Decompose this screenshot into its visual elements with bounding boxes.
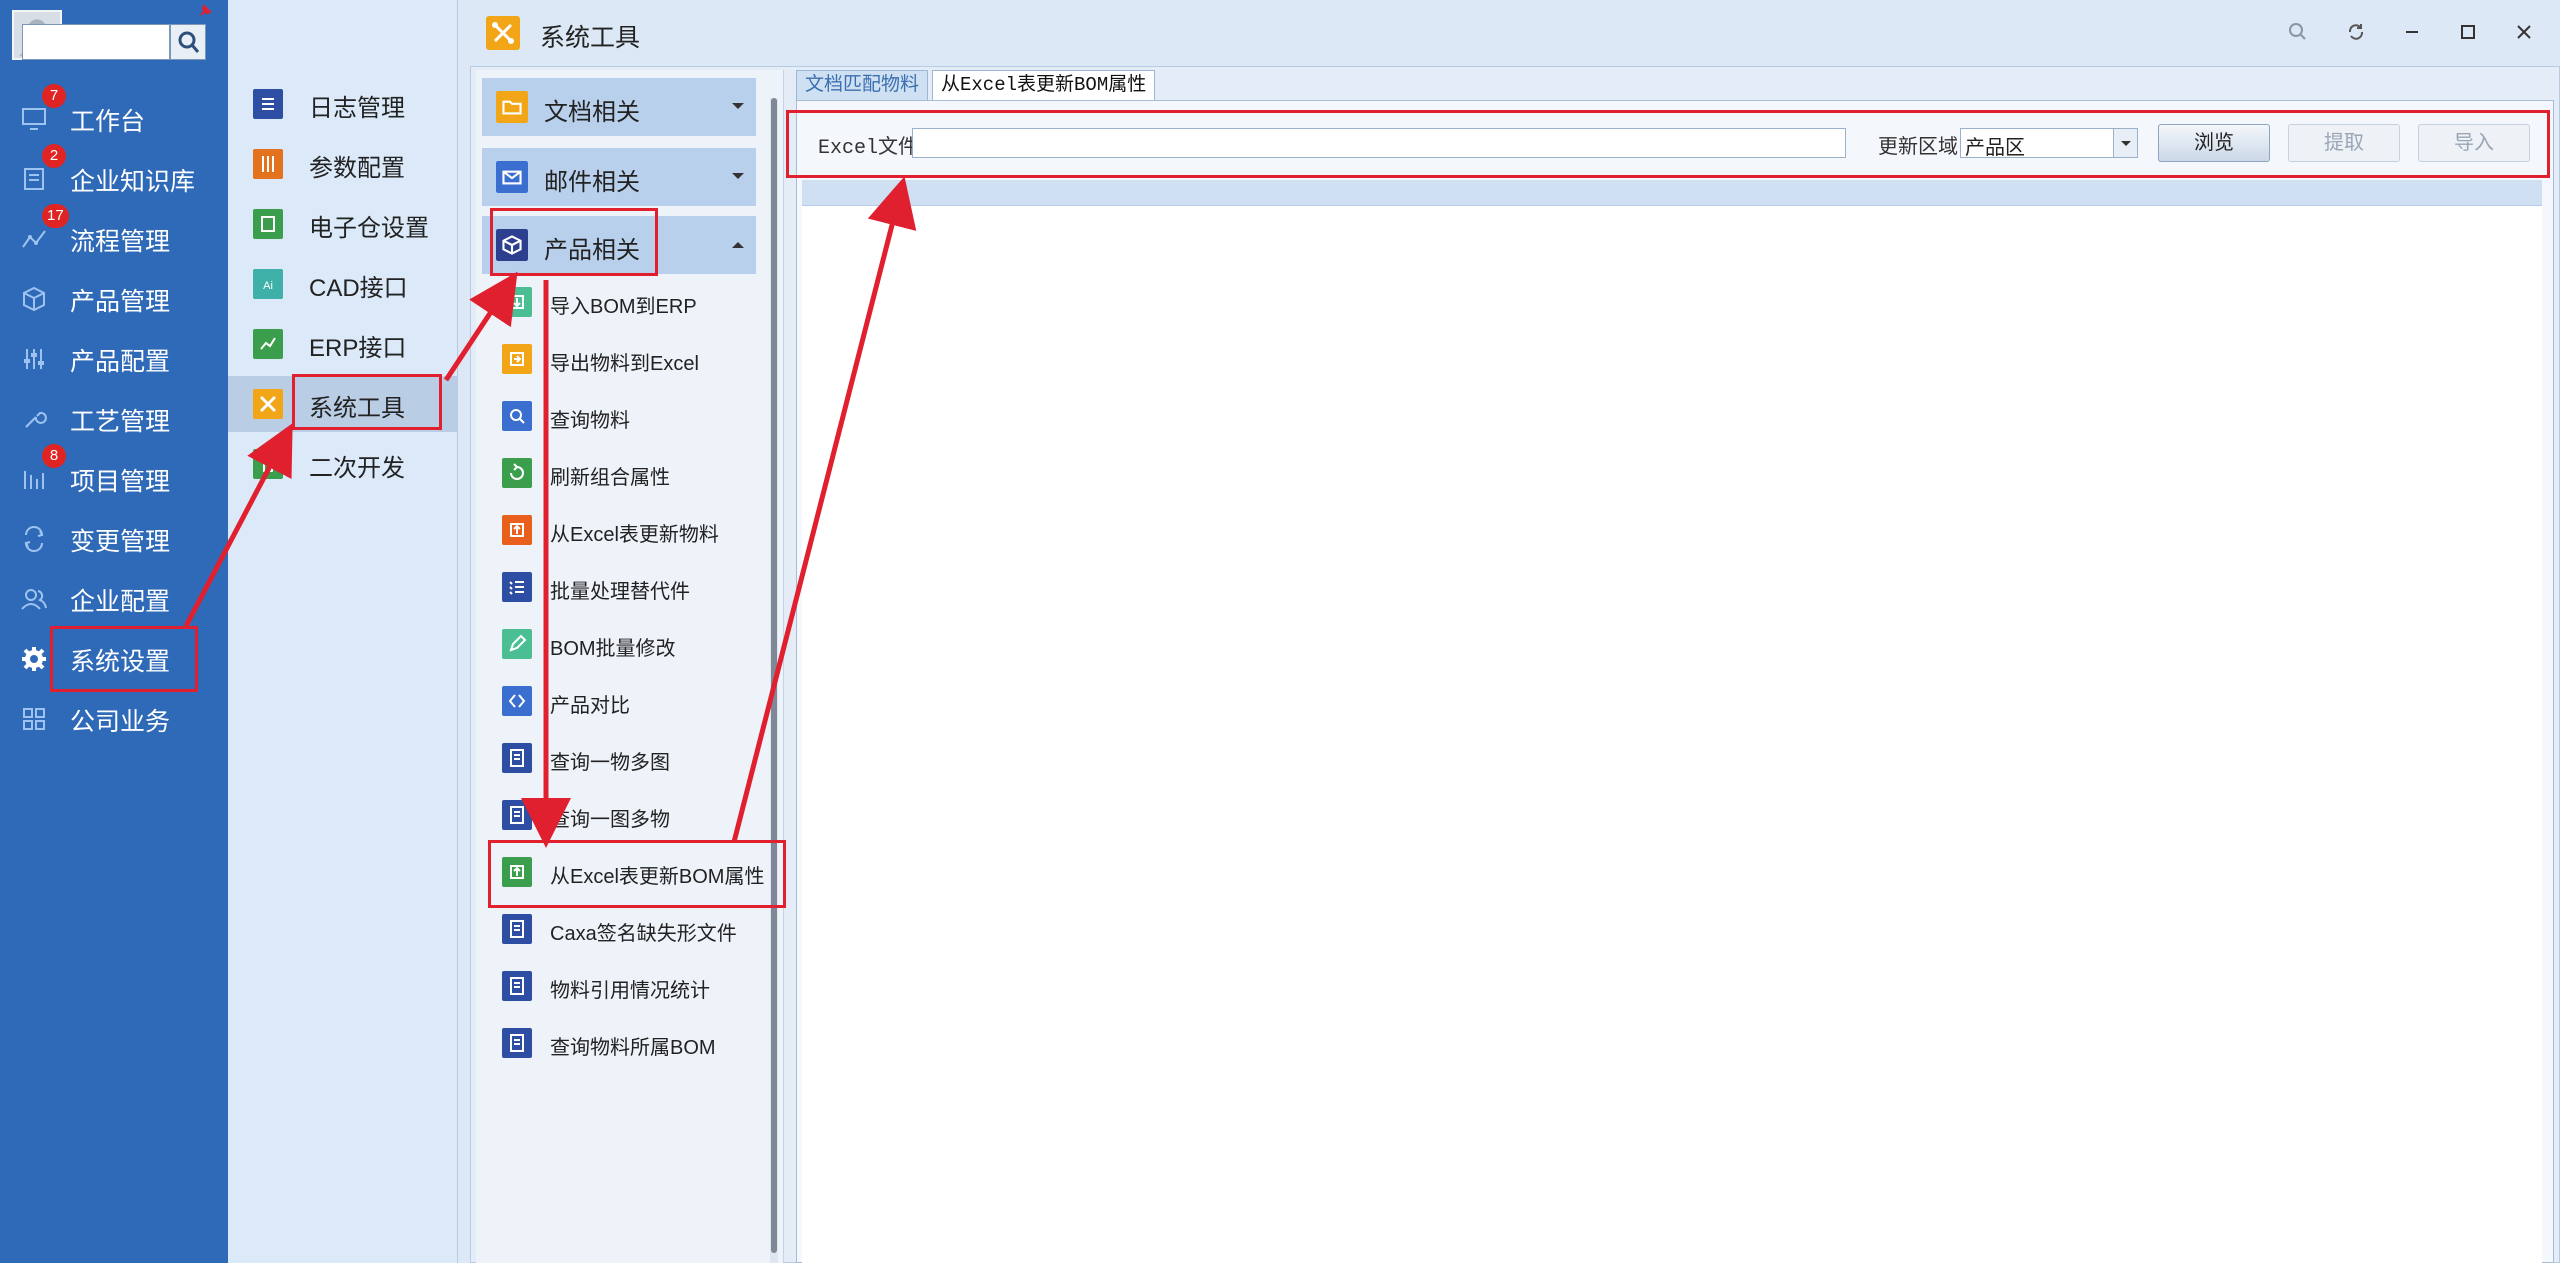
annotation-arrows	[183, 176, 917, 848]
arrow-to-system-tools	[183, 423, 293, 628]
arrow-to-toolbar	[731, 176, 917, 843]
arrow-to-product	[443, 271, 518, 382]
